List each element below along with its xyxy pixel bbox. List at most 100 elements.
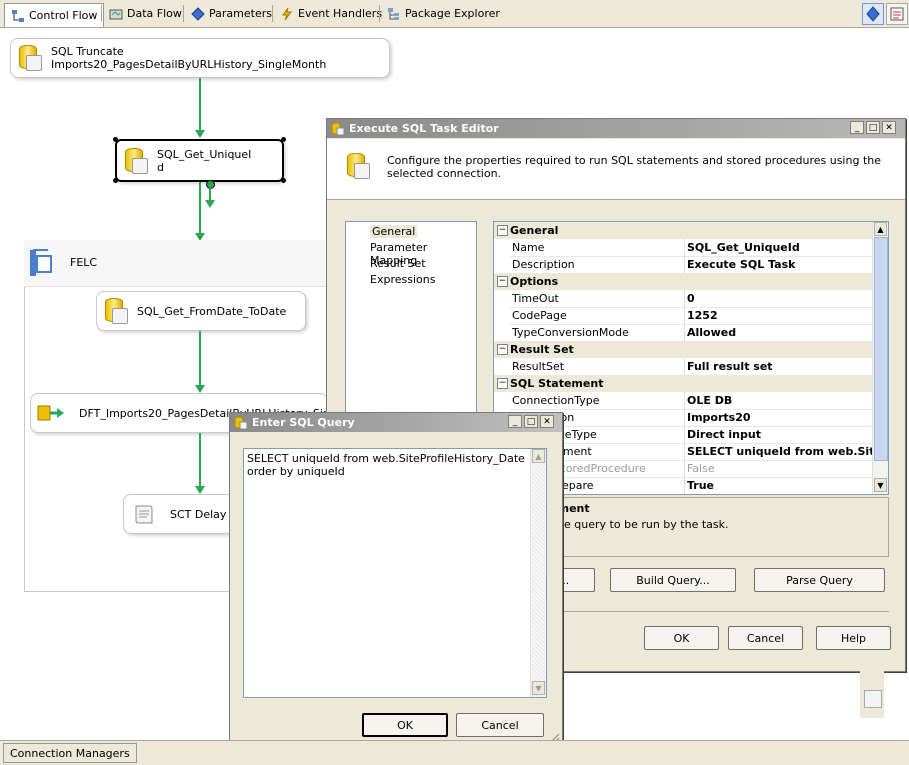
maximize-button[interactable]: □ (866, 121, 880, 134)
property-category[interactable]: − SQL Statement (494, 375, 874, 392)
property-row[interactable]: Description Execute SQL Task (494, 255, 877, 274)
task-title-line2: Imports20_PagesDetailByURLHistory_Single… (51, 58, 327, 71)
scroll-down-arrow[interactable]: ▼ (532, 681, 545, 695)
selection-handle[interactable] (113, 178, 118, 183)
nav-item-result-set[interactable]: Result Set (370, 257, 426, 270)
scroll-up-arrow[interactable]: ▲ (874, 222, 887, 236)
side-toolbar (860, 670, 884, 718)
property-value[interactable]: OLE DB (684, 391, 877, 410)
tab-data-flow[interactable]: Data Flow (103, 3, 188, 24)
toolbox-icon (890, 7, 904, 21)
task-title: SQL Truncate (51, 45, 124, 58)
category-label: SQL Statement (510, 377, 604, 390)
precedence-arrow[interactable] (199, 433, 201, 487)
property-name: Description (510, 256, 684, 274)
editor-titlebar[interactable]: Execute SQL Task Editor (327, 119, 905, 138)
precedence-arrow[interactable] (199, 182, 201, 234)
precedence-arrow[interactable] (199, 331, 201, 385)
property-category[interactable]: − General (494, 222, 874, 239)
cancel-button[interactable]: Cancel (728, 626, 803, 650)
tab-connection-managers[interactable]: Connection Managers (3, 743, 137, 763)
tab-label: Parameters (209, 7, 272, 20)
minimize-button[interactable]: _ (850, 121, 864, 134)
property-value[interactable]: SELECT uniqueId from web.SiteProfileHist… (684, 442, 877, 461)
zoom-fit-icon[interactable] (864, 690, 882, 708)
task-sql-truncate[interactable]: SQL Truncate Imports20_PagesDetailByURLH… (10, 38, 390, 78)
query-cancel-button[interactable]: Cancel (456, 713, 544, 737)
tab-separator (272, 5, 273, 22)
toolbox-button[interactable] (886, 3, 908, 25)
property-value[interactable]: SQL_Get_UniqueId (684, 238, 877, 257)
tab-label: Event Handlers (298, 7, 383, 20)
parse-query-button[interactable]: Parse Query (754, 568, 885, 592)
nav-item-expressions[interactable]: Expressions (370, 273, 435, 286)
task-sql-get-uniqueid[interactable]: SQL_Get_UniqueI d (115, 139, 284, 182)
minimize-button[interactable]: _ (508, 415, 522, 428)
scroll-thumb[interactable] (874, 237, 888, 461)
close-button[interactable]: ✕ (540, 415, 554, 428)
collapse-icon[interactable]: − (497, 344, 508, 355)
property-row[interactable]: ResultSet Full result set (494, 357, 877, 376)
execute-sql-task-icon (19, 45, 42, 71)
property-value[interactable]: Full result set (684, 357, 877, 376)
tab-separator (183, 5, 184, 22)
tab-separator (379, 5, 380, 22)
sql-query-textarea[interactable]: SELECT uniqueId from web.SiteProfileHist… (243, 448, 547, 698)
collapse-icon[interactable]: − (497, 378, 508, 389)
selection-handle[interactable] (281, 137, 286, 142)
collapse-icon[interactable]: − (497, 225, 508, 236)
property-category[interactable]: − Options (494, 273, 874, 290)
precedence-arrow[interactable] (199, 78, 201, 130)
tab-control-flow[interactable]: Control Flow (4, 3, 105, 27)
property-value[interactable]: False (684, 459, 877, 478)
property-value[interactable]: Imports20 (684, 408, 877, 427)
control-flow-icon (11, 9, 25, 23)
scroll-track (531, 463, 545, 681)
arrow-head (195, 130, 205, 138)
sql-query-text[interactable]: SELECT uniqueId from web.SiteProfileHist… (247, 452, 527, 478)
query-scrollbar[interactable]: ▲ ▼ (530, 449, 546, 697)
designer-tab-strip: Control Flow Data Flow Parameters Event … (0, 0, 909, 28)
property-name: TypeConversionMode (510, 324, 684, 342)
property-grid-scrollbar[interactable]: ▲ ▼ (872, 222, 888, 494)
query-ok-button[interactable]: OK (362, 713, 448, 737)
tab-event-handlers[interactable]: Event Handlers (274, 3, 388, 24)
property-row[interactable]: TimeOut 0 (494, 289, 877, 308)
property-value[interactable]: True (684, 476, 877, 494)
selection-handle[interactable] (281, 178, 286, 183)
property-row[interactable]: CodePage 1252 (494, 306, 877, 325)
tab-parameters[interactable]: Parameters (185, 3, 278, 24)
nav-item-general[interactable]: General (370, 225, 418, 238)
property-value[interactable]: Allowed (684, 323, 877, 342)
help-button[interactable]: Help (816, 626, 891, 650)
selection-handle[interactable] (113, 137, 118, 142)
scroll-down-arrow[interactable]: ▼ (874, 478, 887, 492)
tab-package-explorer[interactable]: Package Explorer (381, 3, 506, 24)
variables-button[interactable] (862, 3, 884, 25)
property-category[interactable]: − Result Set (494, 341, 874, 358)
package-tree-icon (387, 7, 401, 21)
property-row[interactable]: TypeConversionMode Allowed (494, 323, 877, 342)
category-label: Options (510, 275, 559, 288)
lightning-icon (280, 7, 294, 21)
property-name: TimeOut (510, 290, 684, 308)
data-flow-icon (109, 7, 123, 21)
tab-label: Package Explorer (405, 7, 500, 20)
task-sql-get-fromdate[interactable]: SQL_Get_FromDate_ToDate (96, 291, 306, 331)
property-value[interactable]: Execute SQL Task (684, 255, 877, 274)
scroll-up-arrow[interactable]: ▲ (532, 449, 545, 463)
property-value[interactable]: 1252 (684, 306, 877, 325)
collapse-icon[interactable]: − (497, 276, 508, 287)
maximize-button[interactable]: □ (524, 415, 538, 428)
property-value[interactable]: 0 (684, 289, 877, 308)
build-query-button[interactable]: Build Query... (610, 568, 736, 592)
property-name: Name (510, 239, 684, 257)
property-value[interactable]: Direct input (684, 425, 877, 444)
property-row[interactable]: ConnectionType OLE DB (494, 391, 877, 410)
ok-button[interactable]: OK (644, 626, 719, 650)
query-title: Enter SQL Query (252, 416, 355, 429)
close-button[interactable]: ✕ (882, 121, 896, 134)
tab-separator (101, 5, 102, 22)
category-label: Result Set (510, 343, 574, 356)
property-row[interactable]: Name SQL_Get_UniqueId (494, 238, 877, 257)
